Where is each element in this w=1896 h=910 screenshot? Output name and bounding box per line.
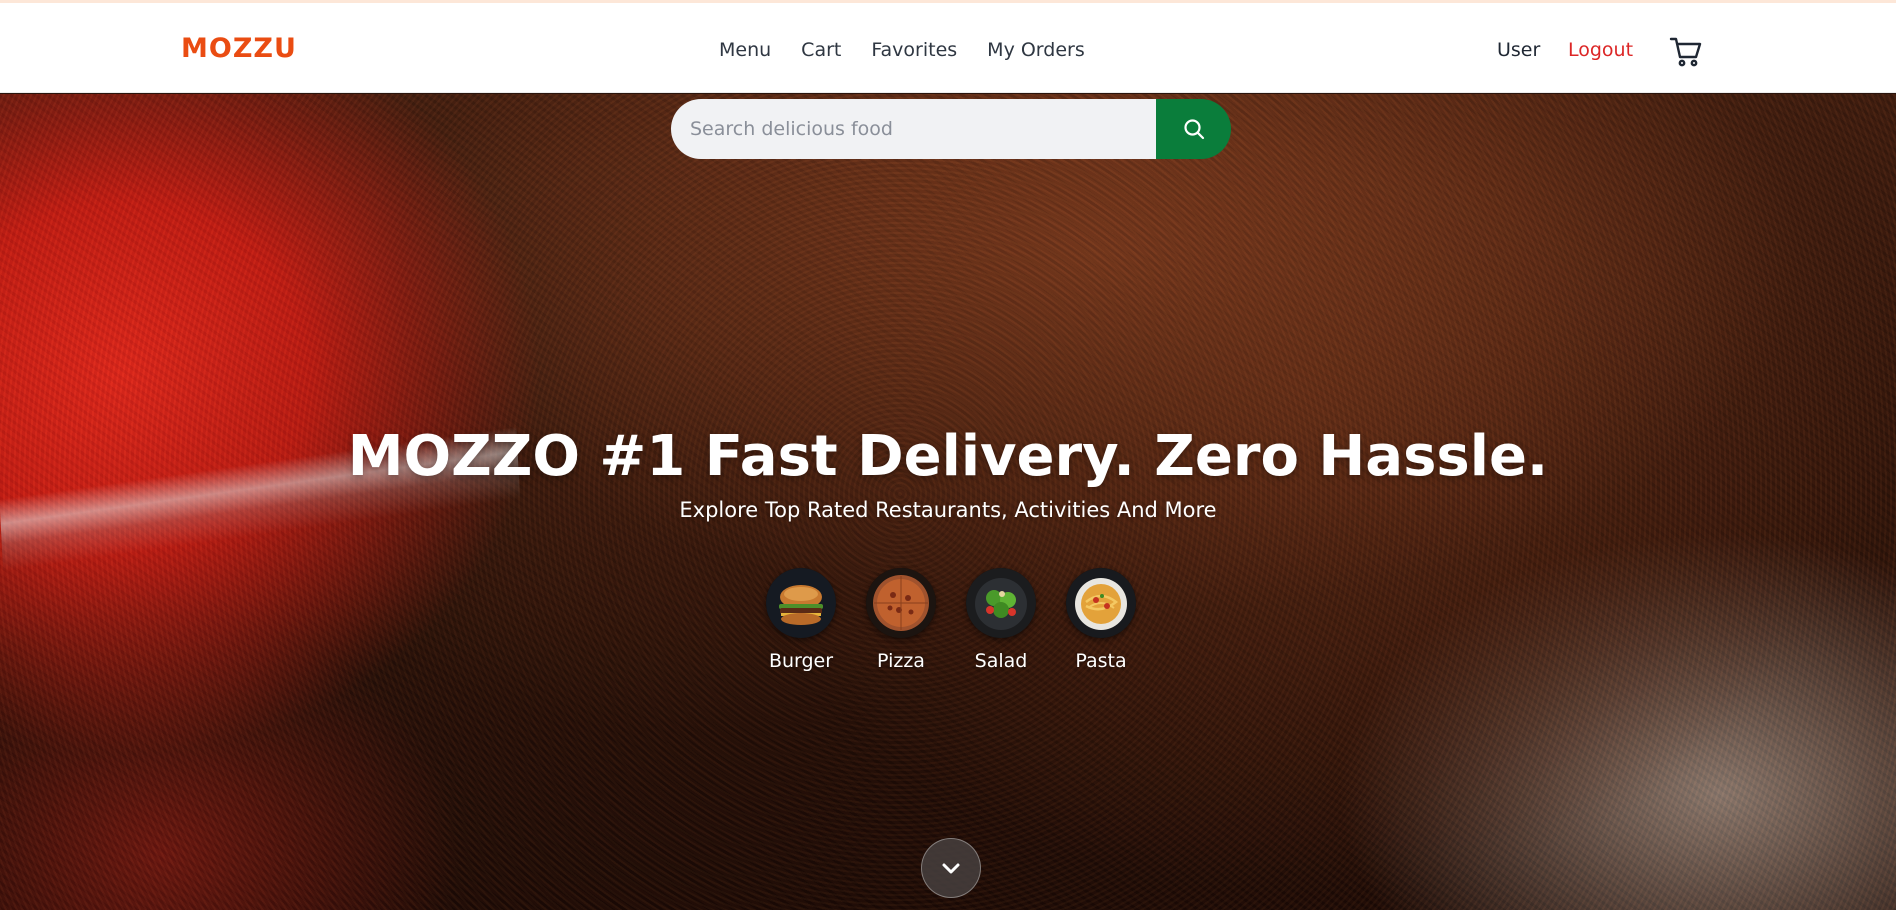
chevron-down-icon xyxy=(942,863,960,874)
logout-link[interactable]: Logout xyxy=(1568,39,1633,61)
search-button[interactable] xyxy=(1156,99,1231,159)
search-icon xyxy=(1183,119,1204,140)
category-pasta[interactable]: Pasta xyxy=(1066,568,1136,672)
nav-item-my-orders[interactable]: My Orders xyxy=(987,39,1085,61)
brand-logo[interactable]: MOZZU xyxy=(181,33,297,64)
category-pizza[interactable]: Pizza xyxy=(866,568,936,672)
site-header: MOZZU Menu Cart Favorites My Orders User… xyxy=(0,3,1896,93)
salad-image xyxy=(966,568,1036,638)
burger-image xyxy=(766,568,836,638)
category-label-burger: Burger xyxy=(768,650,834,672)
main-nav: Menu Cart Favorites My Orders xyxy=(719,39,1085,61)
category-salad[interactable]: Salad xyxy=(966,568,1036,672)
hero-section: MOZZO #1 Fast Delivery. Zero Hassle. Exp… xyxy=(0,94,1896,910)
search-input[interactable] xyxy=(671,99,1156,159)
hero-subtitle: Explore Top Rated Restaurants, Activitie… xyxy=(679,498,1217,522)
category-label-pasta: Pasta xyxy=(1075,650,1127,672)
category-label-salad: Salad xyxy=(974,650,1028,672)
pizza-image xyxy=(866,568,936,638)
nav-item-favorites[interactable]: Favorites xyxy=(871,39,957,61)
shopping-cart-icon[interactable] xyxy=(1669,36,1703,68)
search-bar xyxy=(671,99,1231,159)
nav-item-cart[interactable]: Cart xyxy=(801,39,841,61)
hero-title: MOZZO #1 Fast Delivery. Zero Hassle. xyxy=(347,424,1549,489)
nav-item-menu[interactable]: Menu xyxy=(719,39,771,61)
scroll-down-button[interactable] xyxy=(921,838,981,898)
category-burger[interactable]: Burger xyxy=(766,568,836,672)
pasta-image xyxy=(1066,568,1136,638)
category-label-pizza: Pizza xyxy=(877,650,925,672)
user-link[interactable]: User xyxy=(1497,39,1540,61)
category-list: Burger Pizza Salad Pasta xyxy=(766,568,1136,672)
